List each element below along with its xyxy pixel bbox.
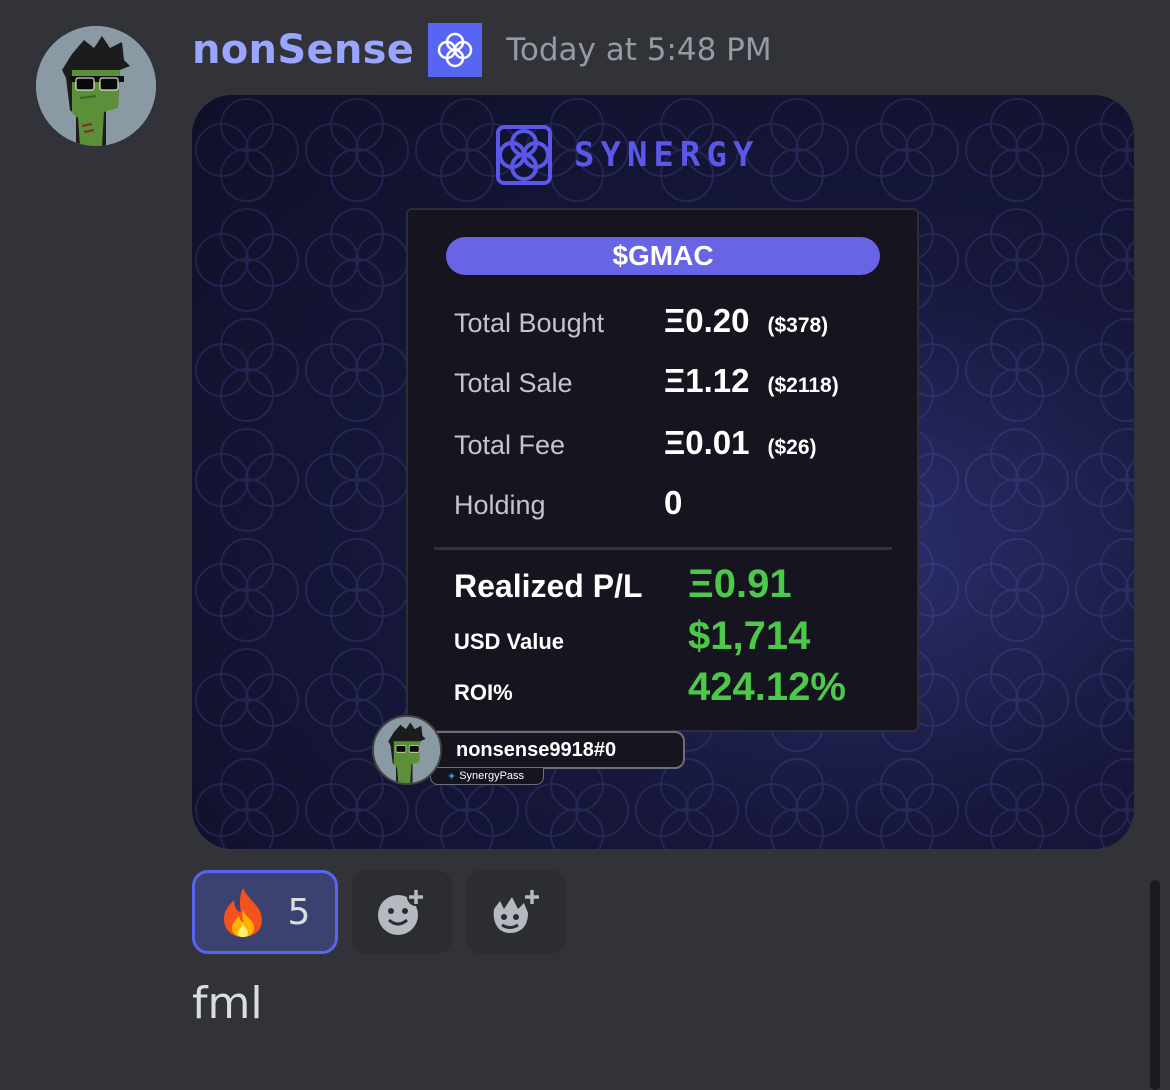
stat-row-total-fee: Total Fee Ξ0.01 ($26) (454, 424, 817, 462)
fire-emoji-icon (223, 888, 262, 937)
avatar-image (36, 26, 156, 146)
message-timestamp[interactable]: Today at 5:48 PM (506, 32, 771, 68)
usd-value-label: USD Value (454, 629, 565, 654)
scrollbar[interactable] (1150, 880, 1160, 1090)
card-divider (434, 547, 892, 550)
stat-eth-value: 0 (664, 484, 683, 521)
roi-value: 424.12% (688, 665, 846, 709)
realized-pl-value: Ξ0.91 (688, 562, 792, 606)
stat-eth-value: Ξ0.20 (664, 302, 750, 339)
stat-row-holding: Holding 0 (454, 484, 682, 522)
reaction-bar: 5 (192, 870, 566, 954)
realized-pl-label: Realized P/L (454, 568, 643, 604)
stat-label: Total Sale (454, 368, 573, 398)
twitter-bird-icon: ✦ (447, 770, 457, 783)
roi-row: ROI% 424.12% (454, 665, 846, 710)
stat-row-total-sale: Total Sale Ξ1.12 ($2118) (454, 362, 839, 400)
message-header: nonSense Today at 5:48 PM (192, 23, 772, 77)
add-super-reaction-button[interactable] (466, 870, 566, 954)
stat-eth-value: Ξ0.01 (664, 424, 750, 461)
pnl-card-image[interactable]: SYNERGY $GMAC Total Bought Ξ0.20 ($378) … (192, 95, 1134, 849)
add-super-reaction-icon (493, 888, 541, 933)
stat-label: Total Fee (454, 430, 566, 460)
pnl-card: $GMAC Total Bought Ξ0.20 ($378) Total Sa… (406, 208, 919, 732)
message-text: fml (192, 978, 263, 1029)
realized-pl-row: Realized P/L Ξ0.91 (454, 562, 792, 607)
server-badge-icon[interactable] (428, 23, 483, 77)
twitter-handle: SynergyPass (459, 770, 525, 782)
card-user-handle: nonsense9918#0 (430, 731, 685, 769)
stat-usd-value: ($26) (767, 436, 817, 459)
token-ticker: $GMAC (446, 237, 880, 275)
add-reaction-icon (378, 888, 425, 935)
reaction-fire-button[interactable]: 5 (192, 870, 338, 954)
stat-usd-value: ($378) (767, 314, 829, 337)
synergy-logo: SYNERGY (490, 123, 759, 187)
stat-row-total-bought: Total Bought Ξ0.20 ($378) (454, 302, 828, 340)
stat-usd-value: ($2118) (767, 374, 839, 397)
author-avatar[interactable] (36, 26, 156, 146)
usd-value-row: USD Value $1,714 (454, 614, 810, 659)
roi-label: ROI% (454, 680, 513, 705)
stat-eth-value: Ξ1.12 (664, 362, 750, 399)
reaction-count: 5 (287, 891, 311, 933)
brand-name: SYNERGY (574, 135, 760, 175)
usd-value-amount: $1,714 (688, 614, 811, 658)
card-user-avatar (372, 715, 442, 785)
stat-label: Holding (454, 490, 546, 520)
card-twitter-tag: ✦ SynergyPass (430, 767, 544, 785)
add-reaction-button[interactable] (352, 870, 452, 954)
stat-label: Total Bought (454, 308, 605, 338)
author-username[interactable]: nonSense (192, 27, 414, 73)
synergy-logo-icon (496, 125, 552, 185)
